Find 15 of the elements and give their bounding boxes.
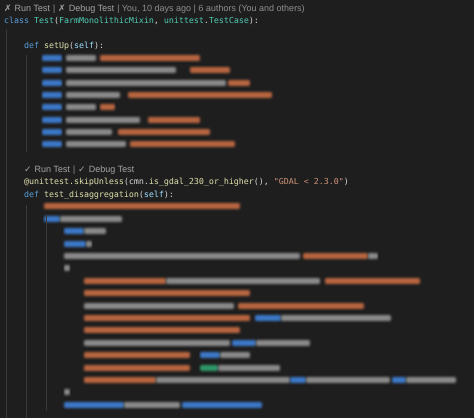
code-lens-info: | bbox=[52, 2, 56, 14]
code-line: class Test(FarmMonolithicMixin, unittest.TestCase): bbox=[4, 14, 259, 27]
code-lens-link[interactable]: ✓ Debug Test bbox=[78, 163, 134, 176]
blurred-code-drawing bbox=[64, 388, 70, 396]
code-lens-info: | bbox=[72, 163, 76, 176]
blurred-code-drawing bbox=[64, 264, 70, 272]
code-lens-info: | You, 10 days ago | 6 authors (You and others) bbox=[117, 2, 305, 14]
code-line: def setUp(self): bbox=[24, 39, 104, 52]
blurred-code-drawing bbox=[64, 227, 106, 236]
code-lens-link[interactable]: ✓ Run Test bbox=[24, 163, 70, 176]
code-line: def test_disaggregation(self): bbox=[24, 188, 174, 200]
code-lens-link[interactable]: ✗ Run Test bbox=[4, 2, 50, 14]
blurred-code-drawing bbox=[64, 240, 92, 248]
code-line: @unittest.skipUnless(cmn.is_gdal_230_or_higher(), "GDAL < 2.3.0") bbox=[24, 175, 349, 188]
code-lens-link[interactable]: ✗ Debug Test bbox=[58, 2, 114, 14]
